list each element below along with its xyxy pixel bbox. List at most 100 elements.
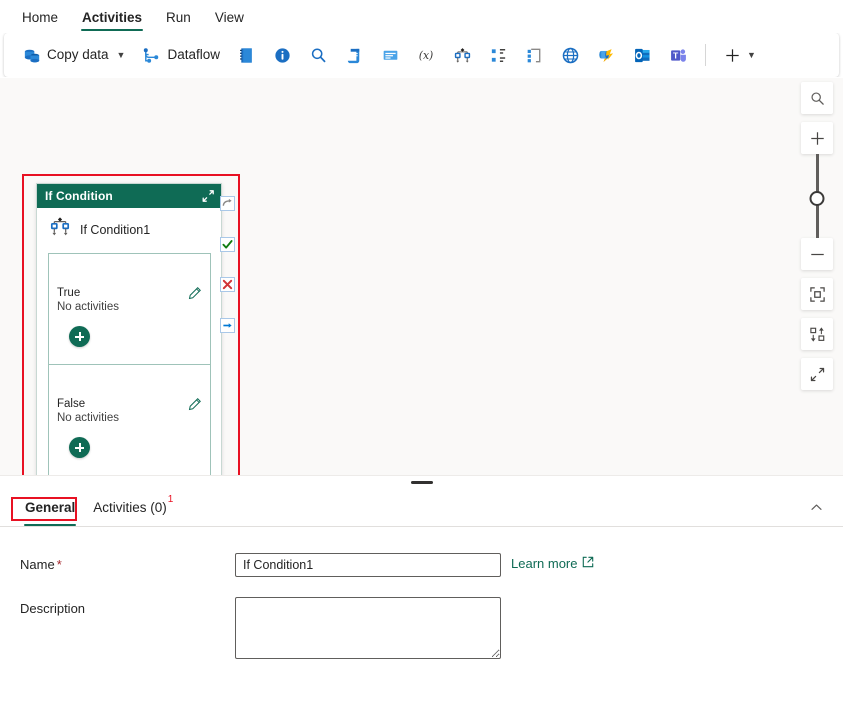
nav-tab-activities[interactable]: Activities [70,10,154,33]
web-icon [560,45,580,65]
copy-data-label: Copy data [47,47,109,63]
false-branch-add-button[interactable] [69,437,90,458]
foreach-button[interactable] [517,39,551,71]
copy-data-button[interactable]: Copy data ▼ [14,39,132,71]
stored-procedure-button[interactable] [373,39,407,71]
name-field-row: Name* Learn more [20,553,843,577]
script-icon [344,45,364,65]
switch-icon [488,45,508,65]
switch-button[interactable] [481,39,515,71]
svg-text:(x): (x) [419,49,434,62]
general-form: Name* Learn more Description [0,527,843,659]
zoom-slider-handle[interactable] [810,191,825,206]
teams-button[interactable]: T [661,39,695,71]
script-button[interactable] [337,39,371,71]
fit-to-screen-button[interactable] [801,278,833,310]
foreach-icon [524,45,544,65]
info-button[interactable] [265,39,299,71]
tab-general-label: General [25,500,75,515]
chevron-down-icon[interactable]: ▼ [747,50,756,60]
true-branch-status: No activities [57,300,119,314]
canvas-zoom-controls [801,82,833,398]
collapse-all-button[interactable] [801,358,833,390]
top-navigation-bar: Home Activities Run View [0,0,843,33]
tab-activities[interactable]: Activities (0) 1 [84,488,182,526]
true-branch-edit-pencil-icon[interactable] [187,286,202,301]
card-activity-name: If Condition1 [80,223,150,237]
set-variable-icon: (x) [416,45,436,65]
panel-tab-bar: General Activities (0) 1 [0,488,843,527]
learn-more-link[interactable]: Learn more [511,553,594,571]
notebook-icon [236,45,256,65]
x-icon [222,279,233,290]
card-header[interactable]: If Condition [37,184,221,208]
add-icon [722,45,742,65]
on-failure-connector[interactable] [220,277,235,292]
true-branch-label: True [57,286,119,300]
card-activity-row: If Condition1 [37,208,221,253]
name-input[interactable] [235,553,501,577]
skip-arrow-icon [222,198,233,209]
chevron-down-icon[interactable]: ▼ [117,50,126,60]
set-variable-button[interactable]: (x) [409,39,443,71]
webhook-icon [596,45,616,65]
info-icon [272,45,292,65]
branch-container: True No activities False [37,253,221,475]
notebook-button[interactable] [229,39,263,71]
activities-toolbar: Copy data ▼ Dataflow [4,33,839,77]
true-branch-add-button[interactable] [69,326,90,347]
nav-tab-view[interactable]: View [203,10,256,33]
activity-details-panel: General Activities (0) 1 Name* Learn mor… [0,488,843,701]
true-branch-header: True No activities [57,286,202,314]
description-label: Description [20,597,235,616]
false-branch-label: False [57,397,119,411]
zoom-search-button[interactable] [801,82,833,114]
if-condition-activity-card[interactable]: If Condition If Condition1 [36,183,222,475]
collapse-diagonal-icon [809,366,826,383]
on-success-connector[interactable] [220,237,235,252]
panel-splitter[interactable] [0,475,843,488]
add-activity-button[interactable]: ▼ [716,39,762,71]
if-condition-icon [452,45,472,65]
web-button[interactable] [553,39,587,71]
lookup-button[interactable] [301,39,335,71]
zoom-in-button[interactable] [801,122,833,154]
zoom-out-button[interactable] [801,238,833,270]
toolbar-divider [705,44,706,66]
description-textarea[interactable] [235,597,501,659]
on-completion-connector[interactable] [220,318,235,333]
auto-layout-button[interactable] [801,318,833,350]
splitter-grip [411,481,433,484]
outlook-button[interactable] [625,39,659,71]
false-branch-status: No activities [57,411,119,425]
card-header-title: If Condition [45,189,113,203]
tab-activities-label: Activities (0) [93,500,167,515]
search-icon [810,91,825,106]
if-condition-icon [49,216,71,243]
pipeline-canvas[interactable]: If Condition If Condition1 [0,77,843,475]
auto-layout-icon [809,326,826,343]
false-branch-edit-pencil-icon[interactable] [187,397,202,412]
fit-screen-icon [809,286,826,303]
check-icon [222,239,233,250]
nav-tab-home[interactable]: Home [10,10,70,33]
chevron-up-icon[interactable] [803,494,829,520]
on-skip-connector[interactable] [220,196,235,211]
dataflow-button[interactable]: Dataflow [134,39,227,71]
true-branch[interactable]: True No activities [48,253,211,365]
outlook-icon [632,45,652,65]
webhook-button[interactable] [589,39,623,71]
dataflow-label: Dataflow [167,47,220,63]
zoom-slider[interactable] [801,154,833,238]
name-label: Name* [20,553,235,572]
false-branch-header: False No activities [57,397,202,425]
lookup-icon [308,45,328,65]
expand-collapse-icon[interactable] [201,189,215,203]
dataflow-icon [141,45,161,65]
tab-general[interactable]: General [16,488,84,526]
if-condition-button[interactable] [445,39,479,71]
description-field-row: Description [20,597,843,659]
annotation-marker-1: 1 [168,494,174,505]
nav-tab-run[interactable]: Run [154,10,203,33]
false-branch[interactable]: False No activities [48,365,211,475]
